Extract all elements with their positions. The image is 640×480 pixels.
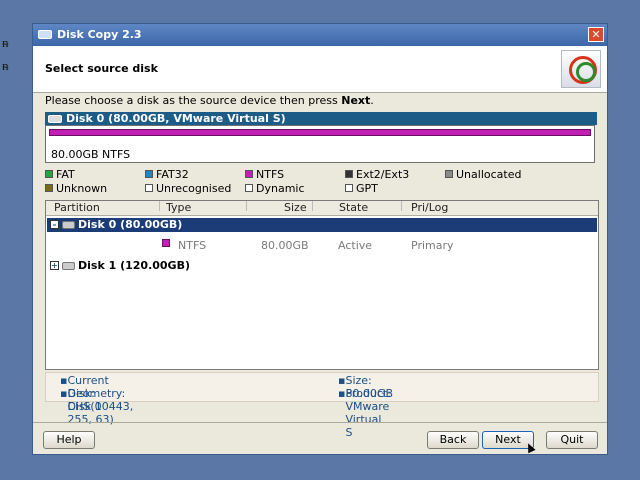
app-icon xyxy=(38,30,52,39)
legend-label: NTFS xyxy=(256,168,285,181)
expand-icon[interactable]: + xyxy=(50,261,59,270)
geometry-info: ▪ Geometry: CHS(10443, 255, 63) xyxy=(60,387,134,426)
page-title: Select source disk xyxy=(45,62,158,75)
partition-type: NTFS xyxy=(178,239,207,252)
partition-prilog: Primary xyxy=(411,239,454,252)
current-disk-info: ▪ Current Disk: Disk 0 xyxy=(60,374,109,413)
close-button[interactable]: ✕ xyxy=(588,27,604,42)
disk-list[interactable]: Partition Type Size State Pri/Log – Disk … xyxy=(45,200,599,370)
disk-map[interactable]: 80.00GB NTFS xyxy=(45,125,595,163)
ntfs-partition-bar[interactable] xyxy=(49,129,591,136)
legend-item-ntfs: NTFS xyxy=(245,168,284,181)
help-button[interactable]: Help xyxy=(43,431,95,449)
hard-disk-icon xyxy=(48,115,62,123)
legend-label: GPT xyxy=(356,182,378,195)
legend-label: FAT xyxy=(56,168,75,181)
fat32-swatch xyxy=(145,170,153,178)
hard-disk-icon xyxy=(62,221,75,229)
ntfs-swatch xyxy=(245,170,253,178)
disk-map-label: 80.00GB NTFS xyxy=(51,148,131,161)
legend-item-ext: Ext2/Ext3 xyxy=(345,168,409,181)
size-info: ▪ Size: 80.00GB xyxy=(338,374,394,400)
quit-button[interactable]: Quit xyxy=(546,431,598,449)
title-bar[interactable]: Disk Copy 2.3 ✕ xyxy=(33,24,607,46)
disk-info-panel: ▪ Current Disk: Disk 0 ▪ Geometry: CHS(1… xyxy=(45,372,599,439)
column-state[interactable]: State xyxy=(339,201,368,214)
instruction-text: Please choose a disk as the source devic… xyxy=(45,94,374,107)
disk-copy-window: Disk Copy 2.3 ✕ Select source disk Pleas… xyxy=(32,23,608,455)
divider xyxy=(33,422,607,423)
selected-disk-bar: Disk 0 (80.00GB, VMware Virtual S) xyxy=(45,112,597,125)
column-prilog[interactable]: Pri/Log xyxy=(411,201,448,214)
instruction-main: Please choose a disk as the source devic… xyxy=(45,94,342,107)
column-type[interactable]: Type xyxy=(166,201,191,214)
ext-swatch xyxy=(345,170,353,178)
back-button[interactable]: Back xyxy=(427,431,479,449)
instruction-end: . xyxy=(370,94,374,107)
legend-item-dynamic: Dynamic xyxy=(245,182,305,195)
ntfs-partition-icon xyxy=(162,239,170,247)
gpt-swatch xyxy=(345,184,353,192)
unknown-swatch xyxy=(45,184,53,192)
legend: FAT FAT32 NTFS Ext2/Ext3 Unallocated Unk… xyxy=(45,168,545,198)
hard-disk-icon xyxy=(62,262,75,270)
instruction-bold: Next xyxy=(341,94,371,107)
legend-label: Dynamic xyxy=(256,182,305,195)
disk-row-0[interactable]: – Disk 0 (80.00GB) xyxy=(47,218,597,232)
desktop-text: ᵰ xyxy=(2,59,9,74)
disk-label: Disk 0 (80.00GB) xyxy=(78,218,183,231)
legend-label: Unrecognised xyxy=(156,182,232,195)
product-info: ▪ Product: VMware Virtual S xyxy=(338,387,391,439)
partition-size: 80.00GB xyxy=(261,239,309,252)
legend-item-fat32: FAT32 xyxy=(145,168,189,181)
partition-state: Active xyxy=(338,239,373,252)
fat-swatch xyxy=(45,170,53,178)
logo-icon xyxy=(561,50,601,88)
unrecognised-swatch xyxy=(145,184,153,192)
legend-item-gpt: GPT xyxy=(345,182,378,195)
selected-disk-label: Disk 0 (80.00GB, VMware Virtual S) xyxy=(66,112,286,125)
legend-label: Unknown xyxy=(56,182,108,195)
collapse-icon[interactable]: – xyxy=(50,220,59,229)
legend-label: Unallocated xyxy=(456,168,522,181)
dynamic-swatch xyxy=(245,184,253,192)
unallocated-swatch xyxy=(445,170,453,178)
legend-label: Ext2/Ext3 xyxy=(356,168,410,181)
legend-item-unallocated: Unallocated xyxy=(445,168,521,181)
wizard-header: Select source disk xyxy=(33,46,607,93)
legend-item-fat: FAT xyxy=(45,168,75,181)
column-partition[interactable]: Partition xyxy=(54,201,100,214)
partition-row[interactable]: NTFS 80.00GB Active Primary xyxy=(47,239,597,253)
legend-label: FAT32 xyxy=(156,168,189,181)
column-size[interactable]: Size xyxy=(284,201,307,214)
disk-row-1[interactable]: + Disk 1 (120.00GB) xyxy=(47,259,190,273)
legend-item-unrecognised: Unrecognised xyxy=(145,182,231,195)
window-title: Disk Copy 2.3 xyxy=(57,28,142,41)
desktop-text: ᵰ xyxy=(2,36,9,51)
legend-item-unknown: Unknown xyxy=(45,182,107,195)
column-header: Partition Type Size State Pri/Log xyxy=(46,201,598,216)
disk-label: Disk 1 (120.00GB) xyxy=(78,259,190,272)
